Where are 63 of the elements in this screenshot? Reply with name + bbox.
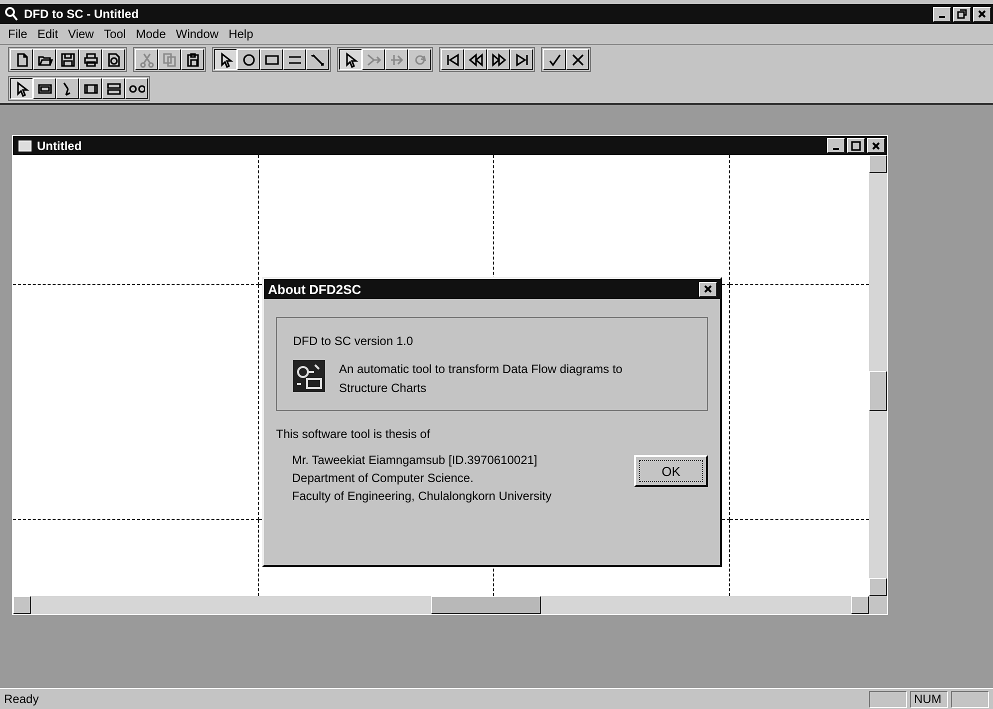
menu-item[interactable]: Edit [37,27,58,41]
status-pane: NUM [910,690,948,708]
arrow-icon [366,52,382,68]
scroll-down-button[interactable] [869,578,887,596]
scroll-up-button[interactable] [869,155,887,173]
minimize-button[interactable] [827,138,845,153]
toolbar-button[interactable] [214,49,237,70]
status-text: Ready [4,692,39,706]
scissors-icon [138,52,154,68]
forward-icon [490,52,506,68]
connector-icon [310,52,326,68]
restore-button[interactable] [953,6,971,22]
credit-line: Department of Computer Science. [292,471,474,485]
scroll-right-button[interactable] [851,596,869,614]
scroll-left-button[interactable] [13,596,31,614]
magnifier-icon [106,52,122,68]
menu-item[interactable]: Window [176,27,219,41]
menu-item[interactable]: Tool [104,27,126,41]
description-text: An automatic tool to transform Data Flow diagrams to Structure Charts [339,361,624,397]
menu-item[interactable]: Mode [136,27,166,41]
version-text: DFD to SC version 1.0 [293,334,414,348]
check-icon [546,52,562,68]
close-icon [977,9,987,19]
toolbar-button[interactable] [339,49,362,70]
maximize-button[interactable] [847,138,865,153]
window-title: DFD to SC - Untitled [24,7,139,21]
dialog-title: About DFD2SC [268,282,362,296]
credit-line: Faculty of Engineering, Chulalongkorn University [292,489,552,503]
last-icon [514,52,530,68]
close-button[interactable] [867,138,885,153]
cross-icon [570,52,586,68]
clipboard-icon [184,52,200,68]
status-pane [951,690,989,708]
close-icon [703,284,713,294]
minimize-icon [833,148,839,150]
restore-icon [957,9,967,19]
vertical-scrollbar[interactable] [869,155,887,596]
maximize-icon [851,140,861,150]
ok-button[interactable]: OK [634,455,708,487]
scroll-thumb[interactable] [431,596,541,614]
printer-icon [82,52,98,68]
close-icon [871,140,881,150]
rewind-icon [468,52,484,68]
copy-icon [162,52,178,68]
window-title: Untitled [37,138,82,152]
menu-item[interactable]: View [68,27,94,41]
menu-item[interactable]: File [8,27,28,41]
intro-text: This software tool is thesis of [276,427,432,441]
close-button[interactable] [699,282,717,296]
diagram-icon [293,360,325,392]
minimize-button[interactable] [933,6,951,22]
horizontal-scrollbar[interactable] [13,596,869,614]
close-button[interactable] [973,6,991,22]
toolbar-button[interactable] [10,78,33,99]
stack-icon [106,80,122,96]
first-icon [444,52,460,68]
document-icon [17,138,33,154]
credit-line: Mr. Taweekiat Eiamngamsub [ID.3970610021] [292,453,538,467]
status-pane [869,690,907,708]
scroll-thumb[interactable] [869,371,887,411]
menu-item[interactable]: Help [228,27,254,41]
minimize-icon [939,16,945,18]
magnifier-icon [4,6,20,22]
